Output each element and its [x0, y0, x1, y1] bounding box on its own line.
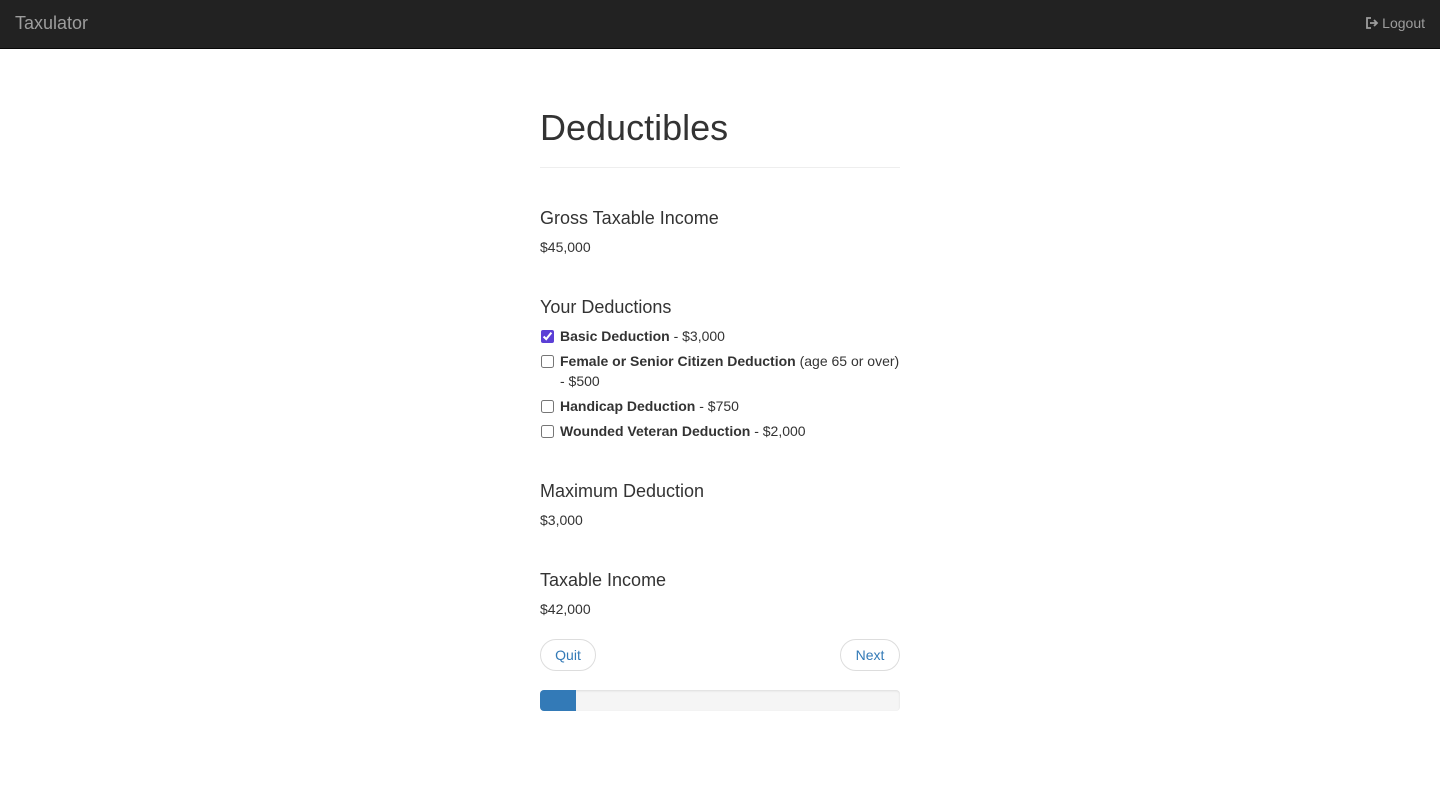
page-title: Deductibles [540, 107, 729, 148]
wounded-veteran-deduction-checkbox[interactable] [541, 425, 554, 438]
quit-button[interactable]: Quit [540, 639, 596, 671]
deduction-wounded-veteran[interactable]: Wounded Veteran Deduction - $2,000 [540, 421, 900, 441]
deduction-handicap[interactable]: Handicap Deduction - $750 [540, 396, 900, 416]
handicap-deduction-checkbox[interactable] [541, 400, 554, 413]
progress-bar-fill [540, 690, 576, 711]
deduction-amount: - $750 [695, 398, 739, 414]
gross-income-value: $45,000 [540, 239, 591, 255]
basic-deduction-checkbox[interactable] [541, 330, 554, 343]
deduction-name: Female or Senior Citizen Deduction [560, 353, 796, 369]
gross-income-heading: Gross Taxable Income [540, 208, 719, 228]
progress-bar-track [540, 690, 900, 711]
taxable-income-value: $42,000 [540, 601, 591, 617]
deduction-basic[interactable]: Basic Deduction - $3,000 [540, 326, 900, 346]
logout-label: Logout [1382, 15, 1425, 31]
deduction-amount: - $3,000 [669, 328, 725, 344]
deduction-name: Basic Deduction [560, 328, 670, 344]
maximum-deduction-value: $3,000 [540, 512, 583, 528]
next-button[interactable]: Next [840, 639, 900, 671]
deduction-name: Handicap Deduction [560, 398, 696, 414]
deduction-amount: - $2,000 [750, 423, 806, 439]
maximum-deduction-heading: Maximum Deduction [540, 481, 705, 501]
deduction-name: Wounded Veteran Deduction [560, 423, 751, 439]
logout-icon [1365, 16, 1379, 30]
title-divider [540, 167, 900, 168]
female-senior-deduction-checkbox[interactable] [541, 355, 554, 368]
taxable-income-heading: Taxable Income [540, 570, 667, 590]
deduction-detail: (age 65 or over) [795, 353, 900, 369]
deduction-female-senior[interactable]: Female or Senior Citizen Deduction (age … [540, 351, 900, 391]
deductions-heading: Your Deductions [540, 297, 672, 317]
brand-logo[interactable]: Taxulator [15, 12, 88, 34]
navbar: Taxulator Logout [0, 0, 1440, 49]
deduction-amount: - $500 [560, 373, 600, 389]
logout-link[interactable]: Logout [1365, 14, 1425, 32]
